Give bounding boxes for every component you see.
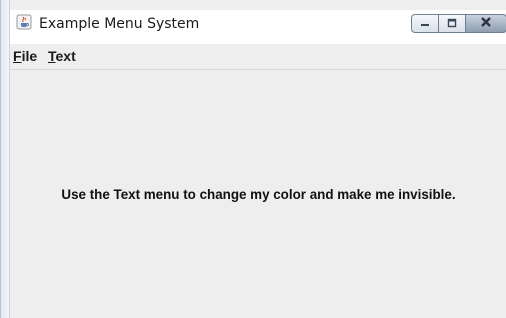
- java-cup-icon: [16, 14, 32, 30]
- minimize-icon: [420, 15, 430, 33]
- menu-file-label: ile: [21, 48, 38, 64]
- maximize-button[interactable]: [438, 14, 466, 33]
- content-panel: Use the Text menu to change my color and…: [10, 70, 506, 318]
- menu-text[interactable]: Text: [48, 48, 76, 64]
- menu-file-mnemonic: F: [13, 48, 22, 64]
- minimize-button[interactable]: [411, 14, 439, 33]
- menu-text-label: ext: [55, 48, 76, 64]
- window-frame-left: [1, 0, 10, 318]
- close-icon: [479, 15, 493, 33]
- window-title: Example Menu System: [39, 16, 200, 32]
- menu-text-mnemonic: T: [48, 48, 56, 64]
- title-bar[interactable]: Example Menu System: [10, 10, 506, 44]
- message-label: Use the Text menu to change my color and…: [61, 187, 456, 202]
- caption-buttons: [411, 14, 506, 33]
- maximize-icon: [447, 15, 457, 33]
- menu-file[interactable]: File: [13, 48, 37, 64]
- close-button[interactable]: [465, 14, 506, 33]
- menu-bar: File Text: [10, 44, 506, 70]
- application-window: Example Menu System File Text Use the Te…: [0, 0, 506, 318]
